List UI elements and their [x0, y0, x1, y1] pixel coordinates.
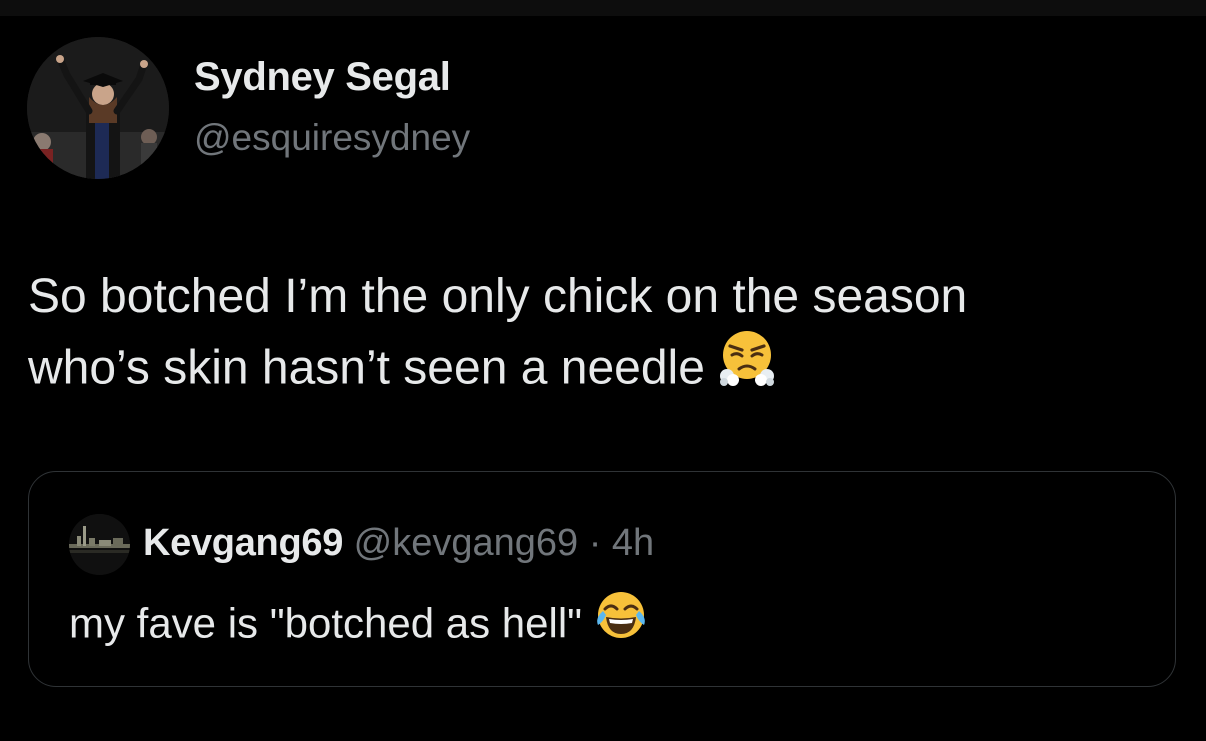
quoted-timestamp[interactable]: 4h [612, 522, 654, 564]
top-strip [0, 0, 1206, 16]
face-with-steam-from-nose-emoji-icon [718, 328, 776, 406]
author-display-name[interactable]: Sydney Segal [194, 55, 451, 100]
author-handle[interactable]: @esquiresydney [194, 117, 470, 159]
tweet-text-line-1: So botched I’m the only chick on the sea… [28, 270, 968, 323]
author-avatar[interactable] [27, 37, 169, 179]
face-with-tears-of-joy-emoji-icon [594, 588, 648, 657]
tweet-text-line-2: who’s skin hasn’t seen a needle [28, 341, 705, 395]
tweet-text-line-2-wrapper: who’s skin hasn’t seen a needle [28, 331, 1178, 410]
graduation-photo-avatar-icon [27, 37, 169, 179]
tweet-text: So botched I’m the only chick on the sea… [28, 262, 1178, 410]
quoted-tweet-card[interactable]: Kevgang69 @kevgang69 · 4h my fave is "bo… [28, 471, 1176, 687]
quoted-author-handle[interactable]: @kevgang69 [354, 522, 579, 564]
city-skyline-avatar-icon [69, 514, 130, 575]
quoted-tweet-text-row: my fave is "botched as hell" [69, 592, 648, 661]
quoted-author-display-name[interactable]: Kevgang69 [143, 522, 343, 564]
separator-dot: · [588, 522, 602, 564]
quoted-tweet-text: my fave is "botched as hell" [69, 599, 583, 647]
quoted-author-avatar[interactable] [69, 514, 130, 575]
quoted-tweet-header: Kevgang69 @kevgang69 · 4h [143, 520, 654, 566]
